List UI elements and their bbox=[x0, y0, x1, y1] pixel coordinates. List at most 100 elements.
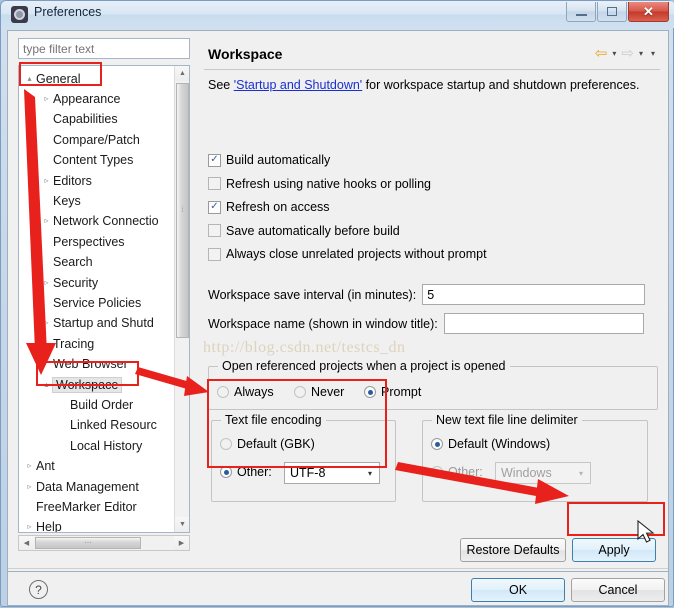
page-description: See 'Startup and Shutdown' for workspace… bbox=[208, 78, 639, 92]
tree-item-label: Perspectives bbox=[53, 235, 125, 249]
close-icon: ✕ bbox=[643, 5, 654, 18]
tree-vscroll-thumb[interactable]: ⁞ bbox=[176, 83, 189, 338]
expander-closed-icon[interactable]: ▹ bbox=[40, 319, 53, 327]
tree-item-workspace[interactable]: ▴Workspace bbox=[19, 375, 122, 394]
save-interval-input[interactable] bbox=[422, 284, 645, 305]
cancel-button[interactable]: Cancel bbox=[571, 578, 665, 602]
checkbox-row-build-automatically[interactable]: ✓Build automatically bbox=[208, 153, 330, 167]
expander-closed-icon[interactable]: ▹ bbox=[40, 177, 53, 185]
scroll-up-icon[interactable]: ▲ bbox=[175, 66, 190, 81]
forward-arrow-icon[interactable]: ⇨ bbox=[621, 46, 634, 61]
help-icon[interactable]: ? bbox=[29, 580, 48, 599]
tree-horizontal-scrollbar[interactable]: ◀ ⋯ ▶ bbox=[18, 535, 190, 551]
tree-item-appearance[interactable]: ▹Appearance bbox=[19, 89, 120, 108]
close-button[interactable]: ✕ bbox=[628, 2, 669, 22]
checkbox-checked-icon: ✓ bbox=[208, 154, 221, 167]
tree-item-help[interactable]: ▹Help bbox=[19, 518, 62, 533]
expander-closed-icon[interactable]: ▹ bbox=[40, 217, 53, 225]
radio-prompt-label: Prompt bbox=[381, 385, 421, 399]
tree-vertical-scrollbar[interactable]: ▲ ⁞ ▼ bbox=[174, 66, 189, 532]
expander-closed-icon[interactable]: ▹ bbox=[23, 483, 36, 491]
preferences-dialog-window: Preferences ✕ ▴General▹AppearanceCapabil… bbox=[0, 0, 674, 607]
text-file-encoding-group: Text file encoding Default (GBK) Other: … bbox=[211, 420, 396, 502]
tree-item-content-types[interactable]: Content Types bbox=[19, 151, 133, 170]
encoding-combo[interactable]: UTF-8 ▾ bbox=[284, 462, 380, 484]
preferences-app-icon bbox=[11, 6, 28, 23]
tree-item-editors[interactable]: ▹Editors bbox=[19, 171, 92, 190]
tree-item-label: FreeMarker Editor bbox=[36, 500, 137, 514]
tree-item-compare-patch[interactable]: Compare/Patch bbox=[19, 130, 140, 149]
description-prefix: See bbox=[208, 78, 234, 92]
tree-item-label: General bbox=[36, 72, 80, 86]
startup-shutdown-link[interactable]: 'Startup and Shutdown' bbox=[234, 78, 362, 92]
back-dropdown-icon[interactable]: ▾ bbox=[609, 49, 619, 58]
forward-dropdown-icon[interactable]: ▾ bbox=[636, 49, 646, 58]
window-title: Preferences bbox=[34, 5, 101, 19]
tree-item-ant[interactable]: ▹Ant bbox=[19, 457, 55, 476]
restore-defaults-button[interactable]: Restore Defaults bbox=[460, 538, 566, 562]
chevron-down-icon: ▾ bbox=[363, 469, 377, 478]
checkbox-row-save-automatically-before-build[interactable]: Save automatically before build bbox=[208, 224, 400, 238]
workspace-name-input[interactable] bbox=[444, 313, 644, 334]
tree-item-network-connectio[interactable]: ▹Network Connectio bbox=[19, 212, 159, 231]
tree-item-local-history[interactable]: Local History bbox=[19, 436, 142, 455]
tree-item-build-order[interactable]: Build Order bbox=[19, 395, 133, 414]
expander-closed-icon[interactable]: ▹ bbox=[40, 95, 53, 103]
preferences-tree[interactable]: ▴General▹AppearanceCapabilitiesCompare/P… bbox=[18, 65, 190, 533]
save-interval-label: Workspace save interval (in minutes): bbox=[208, 288, 416, 302]
tree-item-label: Appearance bbox=[53, 92, 120, 106]
line-delimiter-legend: New text file line delimiter bbox=[432, 413, 582, 427]
tree-item-label: Network Connectio bbox=[53, 214, 159, 228]
title-bar[interactable]: Preferences ✕ bbox=[1, 1, 674, 28]
tree-item-general[interactable]: ▴General bbox=[19, 69, 80, 88]
tree-item-data-management[interactable]: ▹Data Management bbox=[19, 477, 139, 496]
dialog-body: ▴General▹AppearanceCapabilitiesCompare/P… bbox=[7, 30, 669, 572]
filter-input[interactable] bbox=[18, 38, 190, 59]
radio-always[interactable]: Always bbox=[217, 385, 274, 399]
tree-item-capabilities[interactable]: Capabilities bbox=[19, 110, 118, 129]
tree-item-startup-and-shutd[interactable]: ▹Startup and Shutd bbox=[19, 314, 154, 333]
open-referenced-legend: Open referenced projects when a project … bbox=[218, 359, 510, 373]
tree-item-perspectives[interactable]: Perspectives bbox=[19, 232, 125, 251]
minimize-button[interactable] bbox=[566, 2, 596, 22]
tree-item-keys[interactable]: Keys bbox=[19, 191, 81, 210]
tree-item-label: Security bbox=[53, 276, 98, 290]
scroll-right-icon[interactable]: ▶ bbox=[174, 536, 189, 550]
delimiter-combo-value: Windows bbox=[501, 466, 552, 480]
tree-item-linked-resourc[interactable]: Linked Resourc bbox=[19, 416, 157, 435]
checkbox-checked-icon: ✓ bbox=[208, 201, 221, 214]
apply-button[interactable]: Apply bbox=[572, 538, 656, 562]
tree-item-label: Build Order bbox=[70, 398, 133, 412]
radio-never[interactable]: Never bbox=[294, 385, 344, 399]
scroll-down-icon[interactable]: ▼ bbox=[175, 517, 190, 532]
page-navigation-icons: ⇦ ▾ ⇨ ▾ ▾ bbox=[595, 46, 658, 61]
expander-closed-icon[interactable]: ▹ bbox=[40, 279, 53, 287]
checkbox-row-refresh-on-access[interactable]: ✓ Refresh on access bbox=[208, 200, 330, 214]
tree-item-label: Ant bbox=[36, 459, 55, 473]
delimiter-default-radio[interactable]: Default (Windows) bbox=[431, 437, 550, 451]
tree-item-search[interactable]: Search bbox=[19, 253, 93, 272]
checkbox-row-always-close-unrelated-projects-without-prompt[interactable]: Always close unrelated projects without … bbox=[208, 247, 487, 261]
checkbox-label: Refresh on access bbox=[226, 200, 330, 214]
tree-item-web-browser[interactable]: Web Browser bbox=[19, 355, 128, 374]
maximize-button[interactable] bbox=[597, 2, 627, 22]
page-title: Workspace bbox=[208, 46, 282, 62]
encoding-other-radio[interactable]: Other: bbox=[220, 465, 272, 479]
encoding-default-radio[interactable]: Default (GBK) bbox=[220, 437, 315, 451]
page-menu-icon[interactable]: ▾ bbox=[648, 49, 658, 58]
checkbox-row-refresh-using-native-hooks-or-polling[interactable]: Refresh using native hooks or polling bbox=[208, 177, 431, 191]
radio-prompt[interactable]: Prompt bbox=[364, 385, 421, 399]
ok-button[interactable]: OK bbox=[471, 578, 565, 602]
back-arrow-icon[interactable]: ⇦ bbox=[595, 46, 608, 61]
scroll-left-icon[interactable]: ◀ bbox=[19, 536, 34, 550]
tree-item-security[interactable]: ▹Security bbox=[19, 273, 98, 292]
tree-item-service-policies[interactable]: Service Policies bbox=[19, 293, 141, 312]
encoding-default-label: Default (GBK) bbox=[237, 437, 315, 451]
tree-hscroll-thumb[interactable]: ⋯ bbox=[35, 537, 141, 549]
tree-item-freemarker-editor[interactable]: FreeMarker Editor bbox=[19, 497, 137, 516]
delimiter-other-radio[interactable]: Other: bbox=[431, 465, 483, 479]
expander-closed-icon[interactable]: ▹ bbox=[23, 462, 36, 470]
expander-open-icon[interactable]: ▴ bbox=[23, 75, 36, 83]
expander-closed-icon[interactable]: ▹ bbox=[23, 523, 36, 531]
tree-item-tracing[interactable]: Tracing bbox=[19, 334, 94, 353]
